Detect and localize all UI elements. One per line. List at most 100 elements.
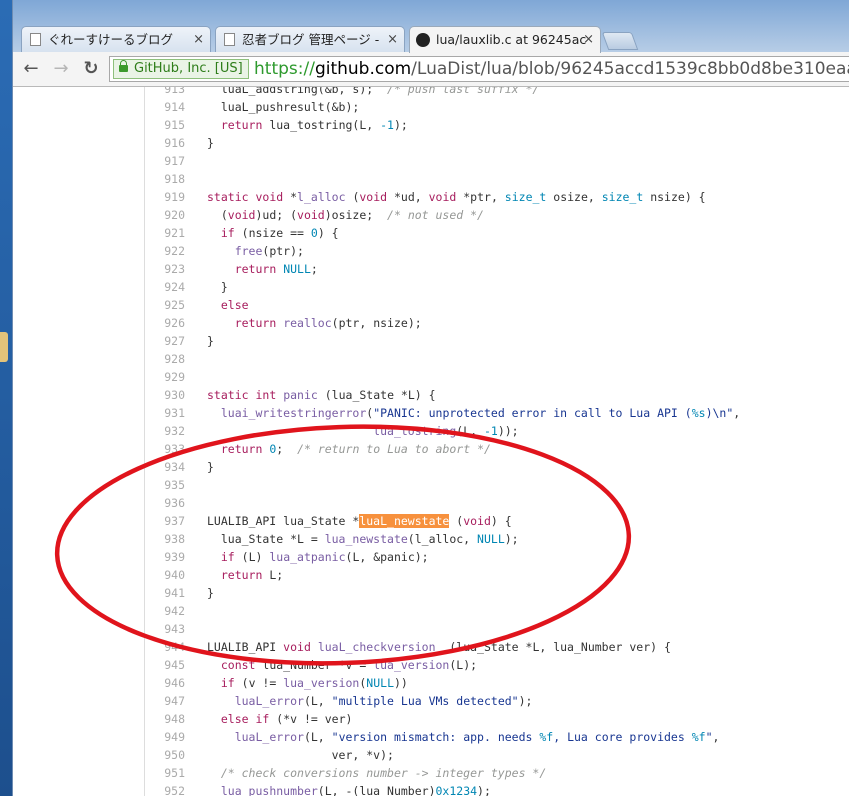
url-scheme: https://	[254, 59, 315, 79]
code-text: return NULL;	[234, 262, 318, 276]
line-number[interactable]: 952	[145, 782, 185, 796]
code-line: 934}	[145, 458, 849, 476]
code-line: 918	[145, 170, 849, 188]
line-number[interactable]: 940	[145, 566, 185, 584]
code-line: 920 (void)ud; (void)osize; /* not used *…	[145, 206, 849, 224]
line-number[interactable]: 944	[145, 638, 185, 656]
code-text: }	[207, 280, 228, 294]
line-number[interactable]: 928	[145, 350, 185, 368]
code-line: 949 luaL_error(L, "version mismatch: app…	[145, 728, 849, 746]
line-number[interactable]: 924	[145, 278, 185, 296]
line-number[interactable]: 951	[145, 764, 185, 782]
line-number[interactable]: 933	[145, 440, 185, 458]
back-arrow-icon[interactable]: ←	[19, 57, 43, 81]
line-number[interactable]: 941	[145, 584, 185, 602]
code-text: ver, *v);	[207, 748, 394, 762]
code-line: 951 /* check conversions number -> integ…	[145, 764, 849, 782]
page-content: 913 luaL_addstring(&b, s); /* push last …	[13, 87, 849, 796]
browser-window: ぐれーすけーるブログ × 忍者ブログ 管理ページ - × lua/lauxlib…	[12, 0, 849, 796]
new-tab-button[interactable]	[601, 32, 639, 50]
code-text: if (v != lua_version(NULL))	[220, 676, 408, 690]
line-number[interactable]: 913	[145, 87, 185, 98]
line-number[interactable]: 932	[145, 422, 185, 440]
line-number[interactable]: 917	[145, 152, 185, 170]
code-line: 948 else if (*v != ver)	[145, 710, 849, 728]
code-line: 928	[145, 350, 849, 368]
line-number[interactable]: 942	[145, 602, 185, 620]
line-number[interactable]: 950	[145, 746, 185, 764]
line-number[interactable]: 918	[145, 170, 185, 188]
code-text: LUALIB_API void luaL_checkversion_ (lua_…	[207, 640, 671, 654]
code-text: luaL_pushresult(&b);	[207, 100, 360, 114]
line-number[interactable]: 916	[145, 134, 185, 152]
code-text: static void *l_alloc (void *ud, void *pt…	[207, 190, 706, 204]
line-number[interactable]: 938	[145, 530, 185, 548]
code-text: luaL_error(L, "version mismatch: app. ne…	[234, 730, 720, 744]
line-number[interactable]: 936	[145, 494, 185, 512]
tab-close-icon[interactable]: ×	[387, 27, 398, 52]
code-text: if (L) lua_atpanic(L, &panic);	[220, 550, 429, 564]
reload-icon[interactable]: ↻	[79, 57, 103, 81]
line-number[interactable]: 935	[145, 476, 185, 494]
line-number[interactable]: 930	[145, 386, 185, 404]
code-line: 913 luaL_addstring(&b, s); /* push last …	[145, 87, 849, 98]
ev-certificate-badge[interactable]: GitHub, Inc. [US]	[113, 59, 249, 79]
line-number[interactable]: 943	[145, 620, 185, 638]
code-line: 944 LUALIB_API void luaL_checkversion_ (l…	[145, 638, 849, 656]
line-number[interactable]: 926	[145, 314, 185, 332]
line-number[interactable]: 921	[145, 224, 185, 242]
line-number[interactable]: 945	[145, 656, 185, 674]
url-text[interactable]: https://github.com/LuaDist/lua/blob/9624…	[254, 57, 849, 81]
line-number[interactable]: 939	[145, 548, 185, 566]
tab-close-icon[interactable]: ×	[193, 27, 204, 52]
code-line: 946 if (v != lua_version(NULL))	[145, 674, 849, 692]
line-number[interactable]: 931	[145, 404, 185, 422]
url-host: github.com	[314, 59, 412, 79]
line-number[interactable]: 923	[145, 260, 185, 278]
address-bar[interactable]: GitHub, Inc. [US] https://github.com/Lua…	[109, 56, 849, 82]
code-line: 923 return NULL;	[145, 260, 849, 278]
code-text: return lua_tostring(L, -1);	[220, 118, 408, 132]
code-line: 943	[145, 620, 849, 638]
line-number[interactable]: 922	[145, 242, 185, 260]
line-number[interactable]: 937	[145, 512, 185, 530]
code-line: 938 lua_State *L = lua_newstate(l_alloc,…	[145, 530, 849, 548]
desktop-icon[interactable]	[0, 332, 8, 362]
line-number[interactable]: 925	[145, 296, 185, 314]
code-text: }	[207, 460, 214, 474]
code-line: 939 if (L) lua_atpanic(L, &panic);	[145, 548, 849, 566]
line-number[interactable]: 919	[145, 188, 185, 206]
line-number[interactable]: 949	[145, 728, 185, 746]
code-line: 922 free(ptr);	[145, 242, 849, 260]
code-line: 917	[145, 152, 849, 170]
code-line: 931 luai_writestringerror("PANIC: unprot…	[145, 404, 849, 422]
line-number[interactable]: 914	[145, 98, 185, 116]
line-number[interactable]: 915	[145, 116, 185, 134]
code-text: }	[207, 334, 214, 348]
tab-ninja-blog-admin[interactable]: 忍者ブログ 管理ページ - ×	[215, 26, 405, 52]
github-icon	[416, 33, 430, 47]
line-number[interactable]: 948	[145, 710, 185, 728]
line-number[interactable]: 920	[145, 206, 185, 224]
code-line: 941}	[145, 584, 849, 602]
code-line: 925 else	[145, 296, 849, 314]
code-text: return realloc(ptr, nsize);	[234, 316, 422, 330]
code-text: luai_writestringerror("PANIC: unprotecte…	[220, 406, 741, 420]
code-line: 936	[145, 494, 849, 512]
desktop-background	[0, 0, 12, 796]
line-number[interactable]: 927	[145, 332, 185, 350]
tab-grayscale-blog[interactable]: ぐれーすけーるブログ ×	[21, 26, 211, 52]
line-number[interactable]: 934	[145, 458, 185, 476]
tab-lauxlib[interactable]: lua/lauxlib.c at 96245ac ×	[409, 26, 601, 53]
code-line: 942	[145, 602, 849, 620]
line-number[interactable]: 929	[145, 368, 185, 386]
code-line: 927}	[145, 332, 849, 350]
tab-close-icon[interactable]: ×	[583, 27, 594, 52]
line-number[interactable]: 947	[145, 692, 185, 710]
ev-badge-label: GitHub, Inc. [US]	[134, 61, 243, 76]
code-line: 924 }	[145, 278, 849, 296]
code-line: 940 return L;	[145, 566, 849, 584]
forward-arrow-icon[interactable]: →	[49, 57, 73, 81]
line-number[interactable]: 946	[145, 674, 185, 692]
tab-title: 忍者ブログ 管理ページ -	[242, 32, 380, 47]
